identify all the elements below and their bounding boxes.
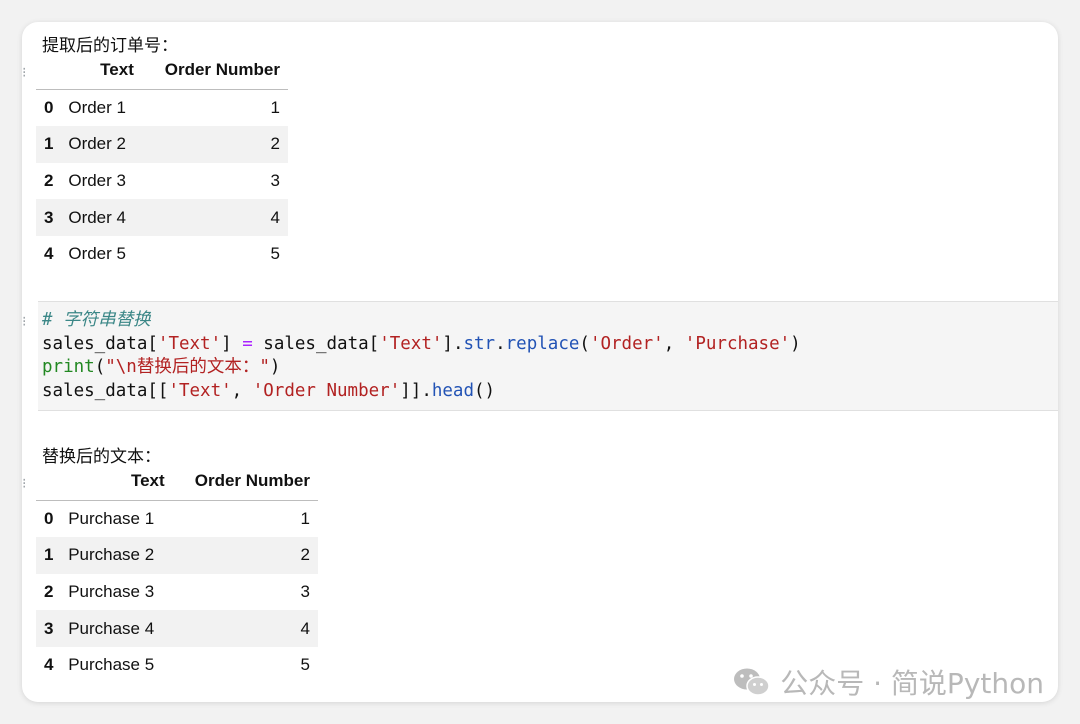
watermark-text: 公众号 · 简说Python [780,667,1044,700]
table-header-row: Text Order Number [36,463,318,501]
table-row: 0 Order 1 1 [36,89,288,126]
row-index: 4 [44,655,54,675]
column-header-text: Text [64,463,173,501]
cell-text: Order 3 [68,171,126,191]
output-collapser[interactable]: ⁝ [22,477,28,491]
cell-order-number: 3 [300,582,310,602]
row-index: 3 [44,618,54,638]
cell-order-number: 5 [300,655,310,675]
cell-text: Order 2 [68,134,126,154]
dataframe-replaced: Text Order Number 0 Purchase 1 1 1 Purch… [36,463,318,684]
column-header-order-number: Order Number [141,52,288,90]
cell-order-number: 1 [270,97,280,117]
row-index: 0 [44,508,54,528]
table-row: 4 Purchase 5 5 [36,647,318,684]
row-index: 2 [44,582,54,602]
cell-order-number: 4 [300,618,310,638]
table-row: 1 Order 2 2 [36,126,288,163]
cell-text: Order 5 [68,244,126,264]
code-cell[interactable]: # 字符串替换 sales_data['Text'] = sales_data[… [38,301,1058,411]
cell-text: Order 4 [68,207,126,227]
cell-order-number: 2 [300,545,310,565]
row-index: 3 [44,207,54,227]
cell-text: Purchase 5 [68,655,155,675]
table-row: 3 Order 4 4 [36,199,288,236]
cell-order-number: 2 [270,134,280,154]
cell-order-number: 5 [270,244,280,264]
table-row: 2 Order 3 3 [36,163,288,200]
table-row: 3 Purchase 4 4 [36,610,318,647]
code-cell-collapser[interactable]: ⁝ [22,315,28,329]
row-index: 2 [44,171,54,191]
cell-text: Purchase 4 [68,618,155,638]
index-header [36,463,65,501]
column-header-text: Text [64,52,142,90]
wechat-icon [734,668,770,696]
watermark: 公众号 · 简说Python [732,662,1044,702]
row-index: 1 [44,134,54,154]
table-row: 0 Purchase 1 1 [36,500,318,537]
cell-order-number: 4 [270,207,280,227]
index-header [36,52,65,90]
cell-text: Order 1 [68,97,126,117]
row-index: 1 [44,545,54,565]
cell-order-number: 1 [300,508,310,528]
cell-order-number: 3 [270,171,280,191]
table-row: 2 Purchase 3 3 [36,574,318,611]
row-index: 4 [44,244,54,264]
cell-text: Purchase 1 [68,508,155,528]
cell-text: Purchase 2 [68,545,155,565]
cell-text: Purchase 3 [68,582,155,602]
output-collapser[interactable]: ⁝ [22,66,28,80]
table-header-row: Text Order Number [36,52,288,90]
notebook-card: ⁝ 提取后的订单号： Text Order Number 0 Order 1 1… [22,22,1058,702]
column-header-order-number: Order Number [172,463,318,501]
table-row: 4 Order 5 5 [36,236,288,273]
code-editor[interactable]: # 字符串替换 sales_data['Text'] = sales_data[… [42,309,801,403]
row-index: 0 [44,97,54,117]
code-comment: # 字符串替换 [42,310,151,330]
dataframe-extracted: Text Order Number 0 Order 1 1 1 Order 2 … [36,52,288,273]
table-row: 1 Purchase 2 2 [36,537,318,574]
